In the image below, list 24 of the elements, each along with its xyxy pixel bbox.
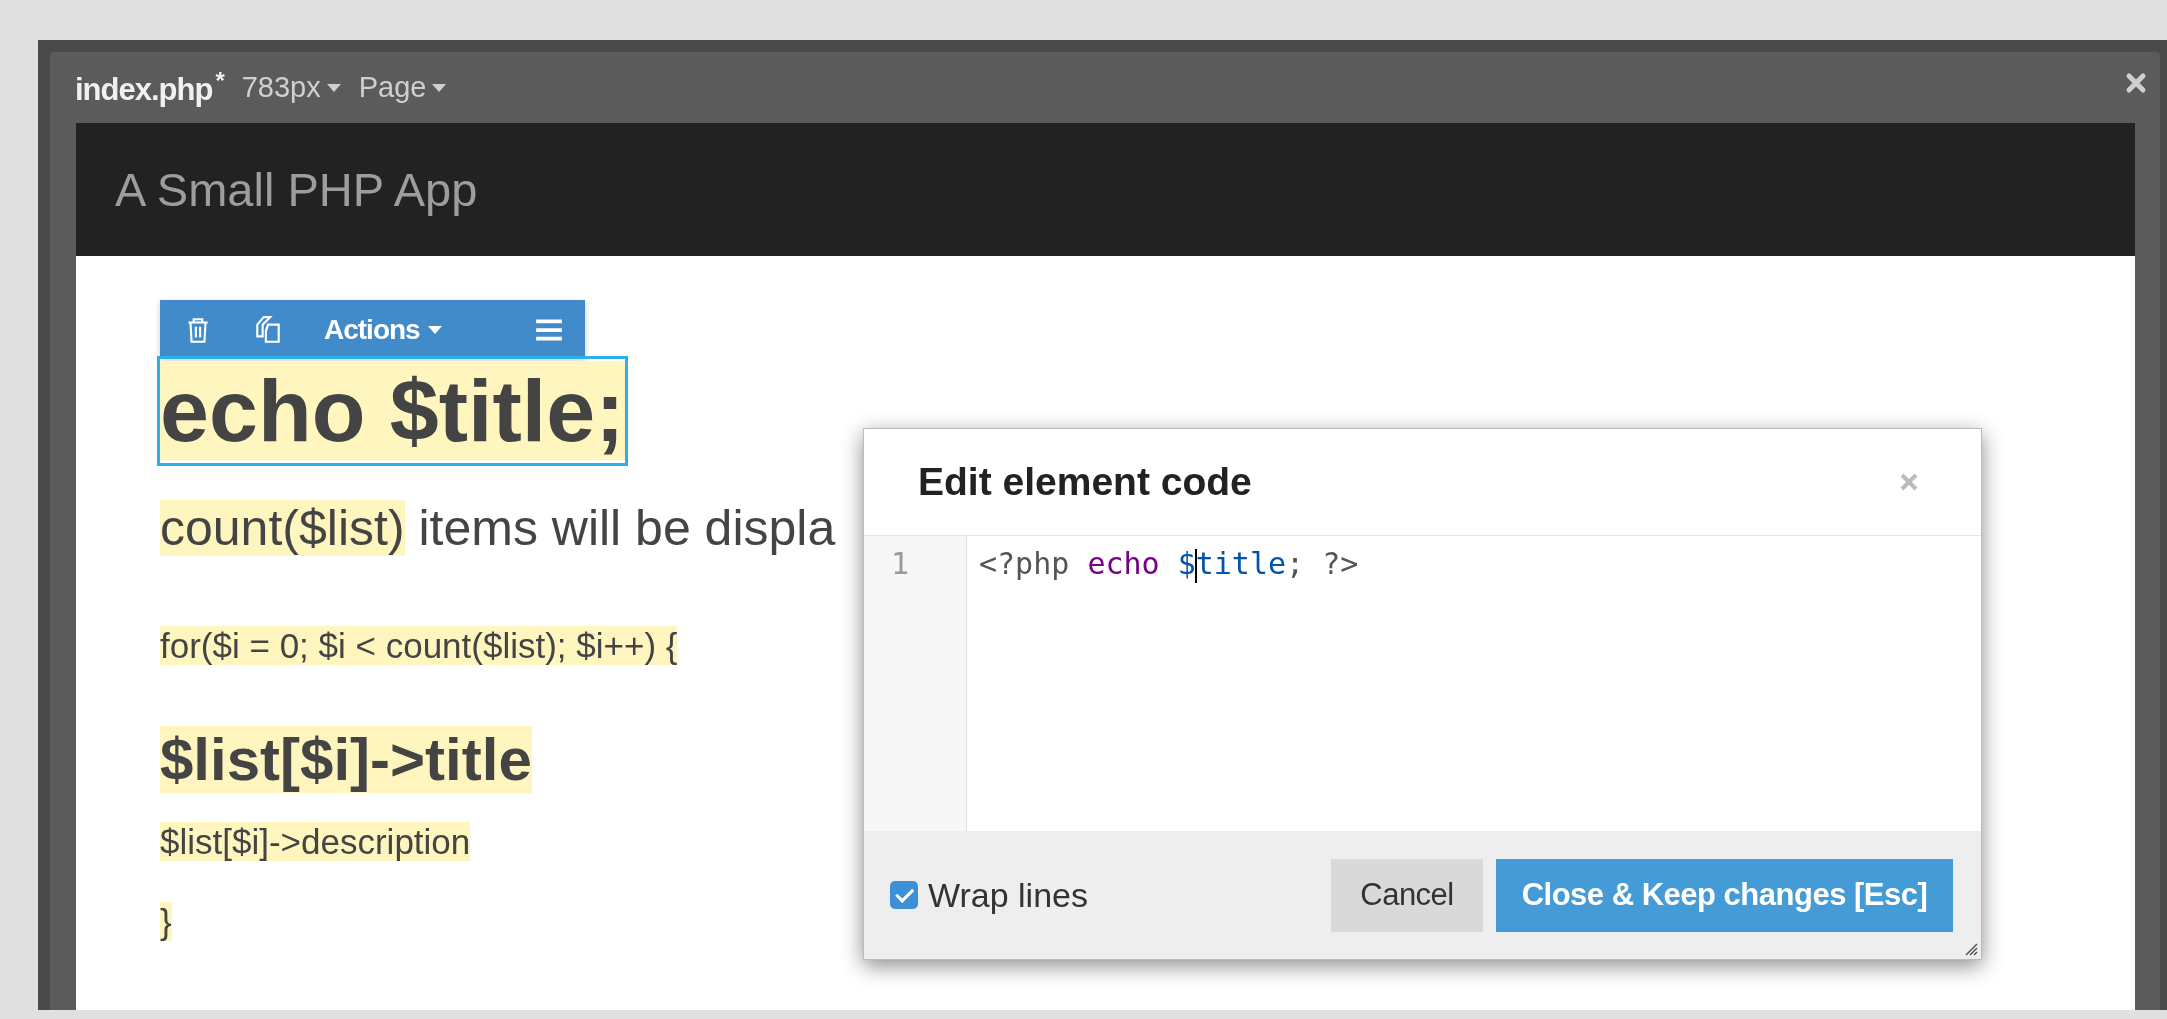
close-icon[interactable]	[2125, 72, 2147, 94]
heading-text: $list[$i]->title	[160, 725, 532, 795]
brand-title: A Small PHP App	[115, 162, 478, 217]
view-dropdown[interactable]: Page	[358, 71, 447, 104]
close-icon[interactable]	[1899, 472, 1919, 492]
code-line[interactable]: <?php echo $title; ?>	[967, 536, 1359, 831]
checkbox-label: Wrap lines	[928, 875, 1088, 915]
wrap-lines-checkbox[interactable]	[890, 881, 918, 909]
paragraph-text: count($list) items will be displa	[160, 499, 836, 558]
keep-changes-button[interactable]: Close & Keep changes [Esc]	[1496, 858, 1953, 932]
paragraph-text: for($i = 0; $i < count($list); $i++) {	[160, 625, 678, 667]
paragraph-text: }	[160, 901, 172, 943]
dialog-title: Edit element code	[918, 460, 1252, 504]
width-dropdown[interactable]: 783px	[241, 71, 341, 104]
file-name: index.php$^{*}$	[75, 66, 224, 109]
caret-icon	[432, 83, 447, 92]
caret-icon	[427, 325, 442, 334]
caret-icon	[326, 83, 341, 92]
actions-dropdown[interactable]: Actions	[324, 313, 442, 346]
line-number: 1	[889, 546, 911, 581]
cancel-button[interactable]: Cancel	[1331, 858, 1483, 932]
paragraph-text: $list[$i]->description	[160, 821, 471, 863]
heading-text: echo $title;	[160, 359, 625, 463]
copy-icon[interactable]	[254, 314, 282, 345]
